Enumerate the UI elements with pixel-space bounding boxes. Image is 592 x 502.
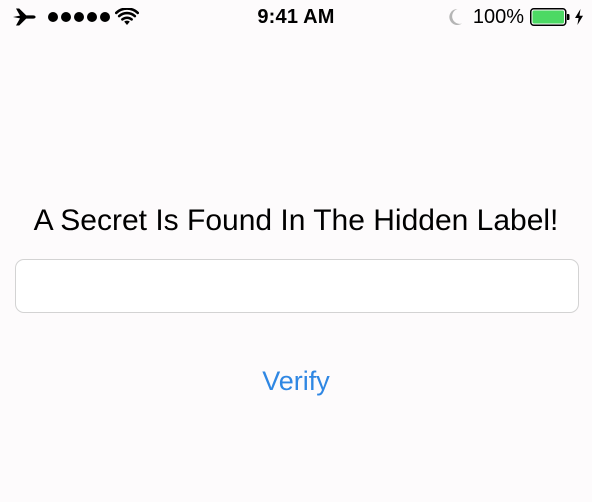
battery-icon <box>530 8 570 26</box>
charging-bolt-icon <box>575 9 583 25</box>
status-bar-right: 100% <box>447 6 584 28</box>
battery-percentage: 100% <box>472 6 524 28</box>
verify-button[interactable]: Verify <box>236 361 356 401</box>
moon-icon <box>449 8 462 25</box>
secret-text-field[interactable] <box>15 259 579 313</box>
app-screen: 9:41 AM 100% A Secret Is Found In The Hi… <box>0 0 592 502</box>
hidden-label: A Secret Is Found In The Hidden Label! <box>33 204 559 237</box>
status-bar: 9:41 AM 100% <box>0 0 592 34</box>
